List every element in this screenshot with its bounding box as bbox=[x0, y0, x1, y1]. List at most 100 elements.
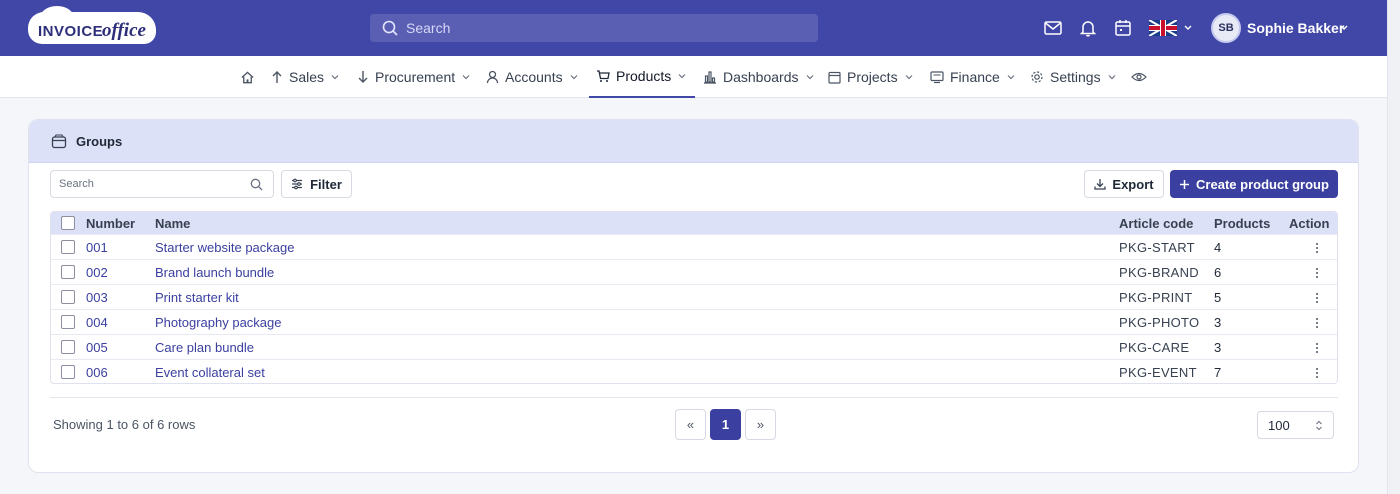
row-article-code: PKG-BRAND bbox=[1119, 265, 1199, 280]
row-actions-menu-icon[interactable] bbox=[1311, 317, 1323, 329]
table-row[interactable]: 006 Event collateral set PKG-EVENT 7 bbox=[51, 359, 1337, 383]
export-label: Export bbox=[1112, 176, 1154, 192]
column-header-action: Action bbox=[1289, 216, 1330, 231]
download-icon bbox=[1094, 179, 1107, 190]
search-icon bbox=[250, 178, 263, 191]
nav-procurement[interactable]: Procurement bbox=[357, 56, 471, 98]
row-checkbox[interactable] bbox=[61, 240, 75, 254]
nav-products[interactable]: Products bbox=[589, 56, 696, 98]
row-products-count: 6 bbox=[1214, 265, 1222, 280]
card-header: Groups bbox=[29, 120, 1358, 163]
page-size-select[interactable]: 100 bbox=[1257, 411, 1334, 439]
create-product-group-button[interactable]: Create product group bbox=[1170, 170, 1338, 198]
nav-finance[interactable]: Finance bbox=[930, 56, 1016, 98]
table-row[interactable]: 005 Care plan bundle PKG-CARE 3 bbox=[51, 334, 1337, 359]
gear-icon bbox=[1031, 71, 1043, 83]
row-checkbox[interactable] bbox=[61, 340, 75, 354]
row-number[interactable]: 003 bbox=[86, 290, 108, 305]
row-checkbox[interactable] bbox=[61, 365, 75, 379]
table-row[interactable]: 003 Print starter kit PKG-PRINT 5 bbox=[51, 284, 1337, 309]
chevron-down-icon bbox=[806, 75, 813, 80]
row-name-link[interactable]: Photography package bbox=[155, 315, 281, 330]
invoice-office-logo[interactable]: INVOICE office bbox=[28, 6, 156, 44]
uk-flag-icon[interactable] bbox=[1149, 20, 1177, 36]
pagination-prev-button[interactable]: « bbox=[675, 409, 706, 440]
nav-home[interactable] bbox=[240, 56, 255, 98]
table-row[interactable]: 004 Photography package PKG-PHOTO 3 bbox=[51, 309, 1337, 334]
row-actions-menu-icon[interactable] bbox=[1311, 292, 1323, 304]
global-search[interactable] bbox=[370, 14, 818, 42]
select-all-checkbox[interactable] bbox=[61, 216, 75, 230]
nav-label: Settings bbox=[1050, 69, 1101, 85]
nav-label: Sales bbox=[289, 69, 325, 85]
chevron-down-icon[interactable] bbox=[1183, 23, 1193, 33]
row-number[interactable]: 006 bbox=[86, 365, 108, 380]
row-products-count: 5 bbox=[1214, 290, 1222, 305]
row-number[interactable]: 001 bbox=[86, 240, 108, 255]
avatar[interactable]: SB bbox=[1211, 13, 1241, 43]
table-search-input[interactable] bbox=[59, 171, 239, 197]
row-actions-menu-icon[interactable] bbox=[1311, 367, 1323, 379]
row-products-count: 3 bbox=[1214, 340, 1222, 355]
row-name-link[interactable]: Event collateral set bbox=[155, 365, 265, 380]
bell-icon[interactable] bbox=[1078, 18, 1098, 38]
row-actions-menu-icon[interactable] bbox=[1311, 342, 1323, 354]
chevron-down-icon[interactable] bbox=[1339, 23, 1349, 33]
chevron-down-icon bbox=[570, 75, 578, 80]
row-name-link[interactable]: Brand launch bundle bbox=[155, 265, 274, 280]
row-article-code: PKG-PRINT bbox=[1119, 290, 1193, 305]
nav-dashboards[interactable]: Dashboards bbox=[703, 56, 815, 98]
row-checkbox[interactable] bbox=[61, 315, 75, 329]
main-nav: Sales Procurement Accounts Products Dash… bbox=[0, 56, 1387, 98]
row-actions-menu-icon[interactable] bbox=[1311, 242, 1323, 254]
arrow-down-icon bbox=[358, 71, 368, 83]
nav-label: Dashboards bbox=[723, 69, 799, 85]
row-name-link[interactable]: Care plan bundle bbox=[155, 340, 254, 355]
row-number[interactable]: 002 bbox=[86, 265, 108, 280]
global-search-input[interactable] bbox=[404, 14, 804, 42]
column-header-name[interactable]: Name bbox=[155, 216, 190, 231]
filter-button[interactable]: Filter bbox=[281, 170, 352, 198]
column-header-products[interactable]: Products bbox=[1214, 216, 1270, 231]
home-icon bbox=[241, 70, 254, 83]
divider bbox=[50, 397, 1338, 398]
row-number[interactable]: 005 bbox=[86, 340, 108, 355]
sort-arrows-icon bbox=[1316, 420, 1322, 431]
page-size-value: 100 bbox=[1268, 418, 1290, 433]
row-number[interactable]: 004 bbox=[86, 315, 108, 330]
column-header-number[interactable]: Number bbox=[86, 216, 135, 231]
mail-icon[interactable] bbox=[1043, 18, 1063, 38]
card-title: Groups bbox=[76, 134, 123, 149]
nav-label: Finance bbox=[950, 69, 1000, 85]
nav-projects[interactable]: Projects bbox=[828, 56, 914, 98]
nav-settings[interactable]: Settings bbox=[1030, 56, 1117, 98]
calendar-icon[interactable] bbox=[1113, 18, 1133, 38]
nav-accounts[interactable]: Accounts bbox=[486, 56, 579, 98]
nav-view-toggle[interactable] bbox=[1131, 56, 1147, 98]
pagination-page-button[interactable]: 1 bbox=[710, 409, 741, 440]
window-scrollbar[interactable] bbox=[1387, 0, 1400, 494]
arrow-up-icon bbox=[272, 71, 282, 83]
table-row[interactable]: 001 Starter website package PKG-START 4 bbox=[51, 234, 1337, 259]
row-products-count: 4 bbox=[1214, 240, 1222, 255]
row-article-code: PKG-START bbox=[1119, 240, 1195, 255]
column-header-article-code[interactable]: Article code bbox=[1119, 216, 1193, 231]
row-name-link[interactable]: Print starter kit bbox=[155, 290, 239, 305]
user-name[interactable]: Sophie Bakker bbox=[1247, 20, 1344, 36]
filter-label: Filter bbox=[310, 176, 342, 192]
row-checkbox[interactable] bbox=[61, 290, 75, 304]
export-button[interactable]: Export bbox=[1084, 170, 1164, 198]
groups-table: Number Name Article code Products Action… bbox=[50, 211, 1338, 384]
nav-sales[interactable]: Sales bbox=[271, 56, 340, 98]
row-actions-menu-icon[interactable] bbox=[1311, 267, 1323, 279]
pagination-next-button[interactable]: » bbox=[745, 409, 776, 440]
top-bar: INVOICE office SB Sophie Bakker bbox=[0, 0, 1387, 56]
row-checkbox[interactable] bbox=[61, 265, 75, 279]
nav-label: Procurement bbox=[375, 69, 456, 85]
plus-icon bbox=[1180, 179, 1190, 189]
table-search[interactable] bbox=[50, 170, 274, 198]
row-name-link[interactable]: Starter website package bbox=[155, 240, 294, 255]
logo-text-invoice: INVOICE bbox=[38, 23, 104, 40]
table-row[interactable]: 002 Brand launch bundle PKG-BRAND 6 bbox=[51, 259, 1337, 284]
table-header: Number Name Article code Products Action bbox=[51, 212, 1337, 234]
